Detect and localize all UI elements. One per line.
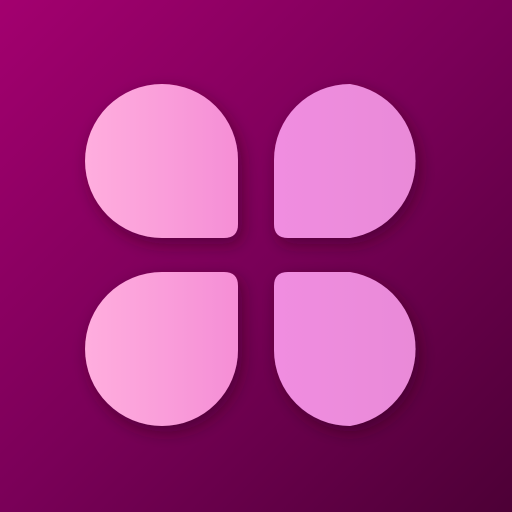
- petal-bottom-left: [85, 272, 238, 426]
- background: [0, 0, 512, 512]
- petal-top-left: [85, 84, 239, 238]
- flower-icon: [0, 0, 512, 512]
- app-icon: [0, 0, 512, 512]
